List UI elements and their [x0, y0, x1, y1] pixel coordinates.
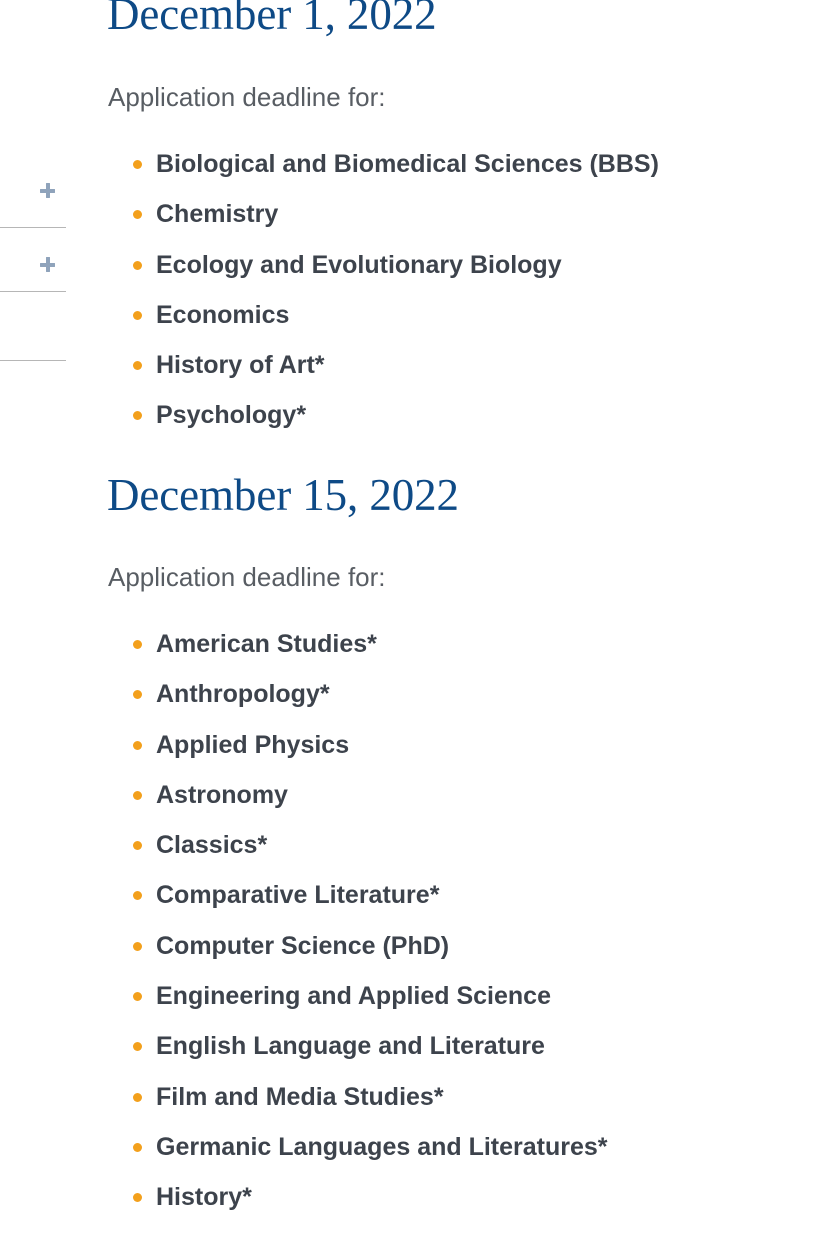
plus-icon[interactable] — [40, 183, 55, 198]
section-heading-december-1: December 1, 2022 — [107, 0, 437, 37]
department-name: History* — [156, 1183, 252, 1211]
bullet-icon — [133, 841, 142, 850]
list-item: Psychology* — [107, 390, 659, 440]
bullet-icon — [133, 261, 142, 270]
list-item: Computer Science (PhD) — [107, 921, 608, 971]
bullet-icon — [133, 210, 142, 219]
department-name: Computer Science (PhD) — [156, 932, 449, 960]
bullet-icon — [133, 1143, 142, 1152]
department-name: Comparative Literature* — [156, 881, 439, 909]
bullet-icon — [133, 1193, 142, 1202]
list-item: Economics — [107, 290, 659, 340]
list-item: Chemistry — [107, 189, 659, 239]
list-item: Germanic Languages and Literatures* — [107, 1122, 608, 1172]
department-name: Biological and Biomedical Sciences (BBS) — [156, 150, 659, 178]
list-item: Classics* — [107, 820, 608, 870]
department-list-december-1: Biological and Biomedical Sciences (BBS)… — [107, 139, 659, 441]
sidebar-accordion-item-3[interactable] — [0, 292, 66, 360]
list-item: Ecology and Evolutionary Biology — [107, 240, 659, 290]
bullet-icon — [133, 690, 142, 699]
department-name: Economics — [156, 301, 289, 329]
section-heading-december-15: December 15, 2022 — [107, 473, 459, 518]
department-name: History of Art* — [156, 351, 325, 379]
bullet-icon — [133, 1093, 142, 1102]
department-list-december-15: American Studies* Anthropology* Applied … — [107, 619, 608, 1223]
list-item: Engineering and Applied Science — [107, 971, 608, 1021]
department-name: Germanic Languages and Literatures* — [156, 1133, 608, 1161]
bullet-icon — [133, 640, 142, 649]
department-name: Psychology* — [156, 401, 306, 429]
list-item: Comparative Literature* — [107, 870, 608, 920]
list-item: History of Art* — [107, 340, 659, 390]
department-name: Classics* — [156, 831, 267, 859]
plus-icon[interactable] — [40, 257, 55, 272]
bullet-icon — [133, 160, 142, 169]
department-name: Ecology and Evolutionary Biology — [156, 251, 562, 279]
sidebar-accordion-item-1[interactable] — [0, 183, 66, 227]
sidebar-accordion — [0, 0, 66, 1233]
list-item: American Studies* — [107, 619, 608, 669]
bullet-icon — [133, 741, 142, 750]
department-name: Engineering and Applied Science — [156, 982, 551, 1010]
list-item: History* — [107, 1172, 608, 1222]
department-name: Chemistry — [156, 200, 278, 228]
bullet-icon — [133, 361, 142, 370]
bullet-icon — [133, 411, 142, 420]
list-item: Astronomy — [107, 770, 608, 820]
list-item: Biological and Biomedical Sciences (BBS) — [107, 139, 659, 189]
department-name: Anthropology* — [156, 680, 330, 708]
list-item: English Language and Literature — [107, 1021, 608, 1071]
list-item: Applied Physics — [107, 720, 608, 770]
page-root: December 1, 2022 Application deadline fo… — [0, 0, 816, 1233]
list-item: Anthropology* — [107, 669, 608, 719]
section-lead-december-15: Application deadline for: — [108, 561, 386, 595]
department-name: American Studies* — [156, 630, 377, 658]
sidebar-divider-3 — [0, 360, 66, 361]
section-lead-december-1: Application deadline for: — [108, 81, 386, 115]
department-name: Applied Physics — [156, 731, 349, 759]
sidebar-divider-1 — [0, 227, 66, 228]
bullet-icon — [133, 992, 142, 1001]
list-item: Film and Media Studies* — [107, 1072, 608, 1122]
department-name: Astronomy — [156, 781, 288, 809]
department-name: Film and Media Studies* — [156, 1083, 444, 1111]
bullet-icon — [133, 1042, 142, 1051]
bullet-icon — [133, 311, 142, 320]
department-name: English Language and Literature — [156, 1032, 545, 1060]
sidebar-accordion-item-2[interactable] — [0, 257, 66, 291]
bullet-icon — [133, 942, 142, 951]
bullet-icon — [133, 791, 142, 800]
bullet-icon — [133, 891, 142, 900]
